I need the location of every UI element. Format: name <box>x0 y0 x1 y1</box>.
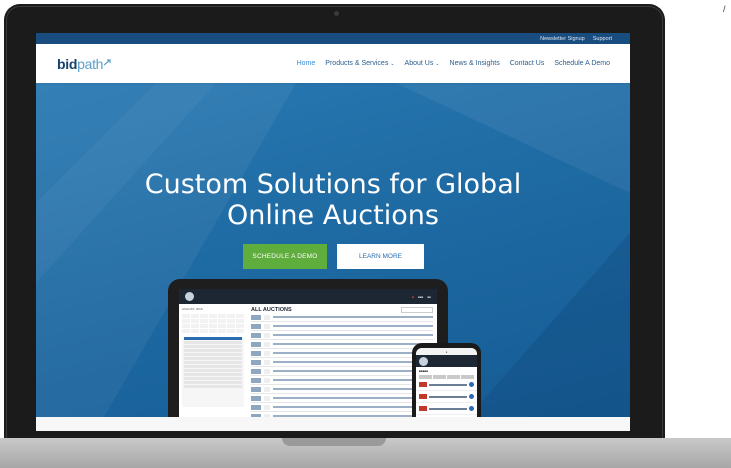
auction-row <box>251 322 433 331</box>
auction-row <box>251 376 433 385</box>
chevron-down-icon: ⌄ <box>390 61 395 67</box>
camera-icon <box>334 11 339 16</box>
section-divider <box>36 417 630 431</box>
learn-more-button[interactable]: LEARN MORE <box>337 244 424 269</box>
laptop-screen: Newsletter Signup Support bid path Home P… <box>36 33 630 431</box>
auction-row <box>251 349 433 358</box>
chevron-down-icon: ⌄ <box>435 61 440 67</box>
phone-auction-row <box>416 391 477 403</box>
nav-products[interactable]: Products & Services ⌄ <box>325 60 394 67</box>
auction-row <box>251 358 433 367</box>
calendar-grid <box>182 314 244 333</box>
text-cursor-icon: / <box>723 4 726 14</box>
phone-auction-row <box>416 379 477 391</box>
tablet-menu-item: ■■ <box>427 294 431 299</box>
tablet-search-input <box>401 307 433 313</box>
nav-schedule-demo[interactable]: Schedule A Demo <box>554 60 610 67</box>
bidpath-logo[interactable]: bid path <box>57 56 111 72</box>
support-link[interactable]: Support <box>593 36 612 42</box>
nav-news[interactable]: News & Insights <box>450 60 500 67</box>
tablet-screen: ■ ■■■ ■■ AUGUST, 2019 ALL AUCTIONS <box>179 289 437 431</box>
tablet-menu: ■ ■■■ ■■ <box>412 295 431 299</box>
auction-row <box>251 340 433 349</box>
category-list <box>182 337 244 407</box>
phone-header <box>416 355 477 367</box>
newsletter-link[interactable]: Newsletter Signup <box>540 36 585 42</box>
tablet-sidebar: AUGUST, 2019 <box>179 304 247 431</box>
auction-row <box>251 385 433 394</box>
auction-row <box>251 313 433 322</box>
tablet-menu-item: ■■■ <box>417 294 424 299</box>
auction-row <box>251 367 433 376</box>
nav-home[interactable]: Home <box>297 60 316 67</box>
laptop-notch <box>282 438 386 446</box>
auction-row <box>251 331 433 340</box>
utility-bar: Newsletter Signup Support <box>36 33 630 44</box>
tablet-logo-icon <box>185 292 194 301</box>
logo-arrow-icon <box>104 58 111 65</box>
nav-contact[interactable]: Contact Us <box>510 60 545 67</box>
auction-row <box>251 403 433 412</box>
nav-links: Home Products & Services ⌄ About Us ⌄ News… <box>297 60 610 67</box>
tablet-main: ALL AUCTIONS <box>247 304 437 431</box>
tablet-body: AUGUST, 2019 ALL AUCTIONS <box>179 304 437 431</box>
schedule-demo-button[interactable]: SCHEDULE A DEMO <box>243 244 327 269</box>
tablet-header: ■ ■■■ ■■ <box>179 289 437 304</box>
main-nav: bid path Home Products & Services ⌄ About … <box>36 44 630 83</box>
auction-row <box>251 394 433 403</box>
lock-icon: ● <box>445 349 448 354</box>
calendar-label: AUGUST, 2019 <box>182 307 203 311</box>
hero-section: Custom Solutions for Global Online Aucti… <box>36 83 630 431</box>
tablet-mockup: ■ ■■■ ■■ AUGUST, 2019 ALL AUCTIONS <box>168 279 448 431</box>
phone-heading: ■■■■■ <box>419 369 429 373</box>
phone-logo-icon <box>419 356 428 366</box>
phone-auction-row <box>416 403 477 415</box>
nav-about[interactable]: About Us ⌄ <box>405 60 440 67</box>
hero-title: Custom Solutions for Global Online Aucti… <box>144 169 522 231</box>
phone-tabs <box>416 375 477 379</box>
phone-url-bar: ● <box>416 348 477 355</box>
tablet-menu-item: ■ <box>412 294 414 299</box>
